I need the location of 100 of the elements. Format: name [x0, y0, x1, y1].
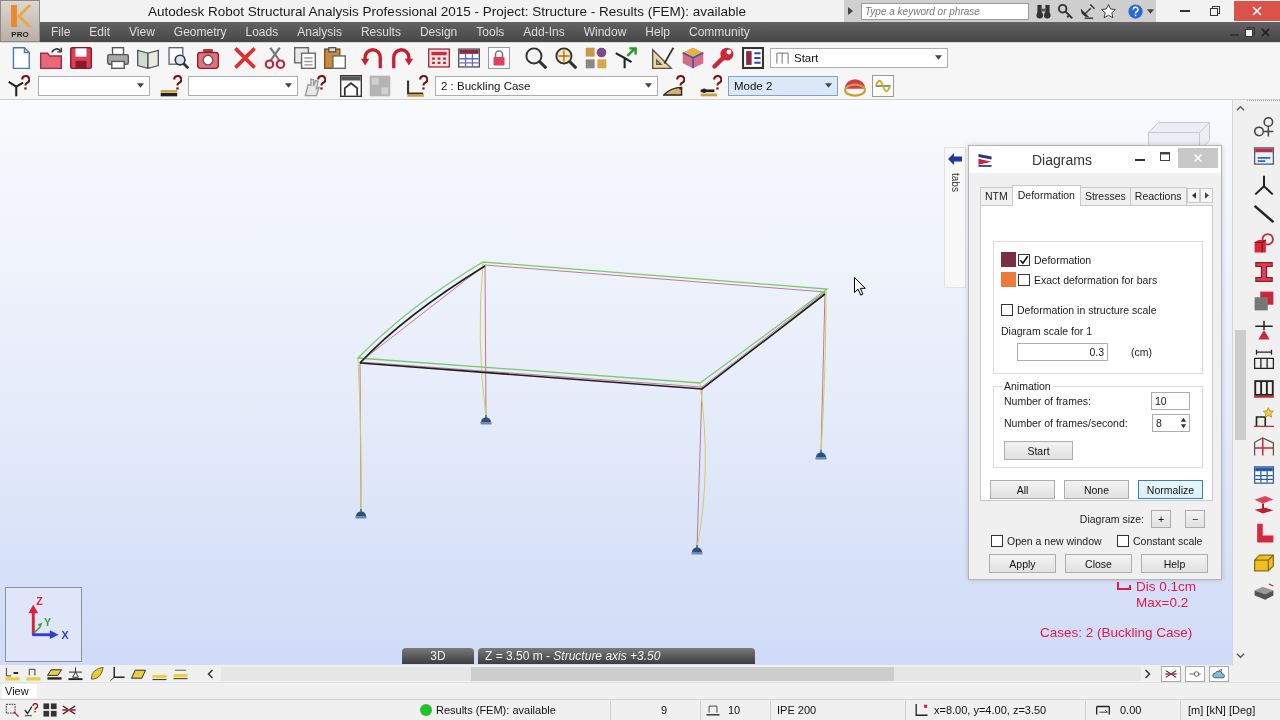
crossed-bars-icon[interactable]	[62, 703, 76, 717]
frames-per-second-spinner[interactable]: 8	[1152, 414, 1190, 432]
ramp-query-icon[interactable]	[663, 74, 685, 97]
chevron-down-icon[interactable]	[1235, 653, 1245, 659]
tab-scroll-left-button[interactable]	[1187, 188, 1200, 203]
y-shape-icon[interactable]	[1253, 175, 1274, 195]
star-frame-icon[interactable]	[1253, 407, 1274, 427]
copy-icon[interactable]	[294, 46, 316, 69]
selection-frame-icon[interactable]	[5, 703, 19, 717]
diagonal-line-icon[interactable]	[1253, 204, 1274, 224]
side-tab-label[interactable]: tabs	[949, 173, 961, 192]
horizontal-scrollbar[interactable]	[221, 666, 1141, 681]
stacked-plates-icon[interactable]	[1253, 581, 1274, 601]
folder-icon[interactable]	[40, 46, 62, 69]
camera-icon[interactable]	[197, 46, 219, 69]
color-swatch-icon[interactable]	[1001, 252, 1016, 267]
check-query-icon[interactable]	[24, 703, 38, 717]
crossed-bars-icon[interactable]	[1161, 665, 1181, 682]
increase-size-button[interactable]: +	[1151, 510, 1171, 528]
scrollbar-thumb[interactable]	[471, 666, 894, 681]
page-magnifier-icon[interactable]	[167, 46, 189, 69]
menu-item[interactable]: View	[129, 25, 155, 39]
menu-item[interactable]: Results	[360, 25, 401, 39]
cube-circle-icon[interactable]	[1253, 233, 1274, 253]
caret-down-icon[interactable]	[1147, 8, 1154, 14]
bars-grid-icon[interactable]	[1253, 378, 1274, 398]
node-marker-icon[interactable]	[4, 666, 21, 681]
app-logo-tile[interactable]: PRO	[0, 0, 40, 42]
bar-query-icon[interactable]	[160, 74, 182, 97]
binoculars-icon[interactable]	[1036, 3, 1051, 19]
load-case-dropdown[interactable]: 2 : Buckling Case	[435, 75, 658, 96]
cube-icon[interactable]	[682, 46, 704, 69]
checkbox[interactable]	[1018, 253, 1030, 266]
shapes-icon[interactable]	[585, 46, 607, 69]
scissors-icon[interactable]	[264, 46, 286, 69]
block-icon[interactable]	[1253, 552, 1274, 572]
stacked-squares-icon[interactable]	[1253, 291, 1274, 311]
menu-item[interactable]: Geometry	[173, 25, 227, 39]
star-icon[interactable]	[1101, 3, 1116, 19]
checkbox[interactable]	[1001, 303, 1013, 316]
menu-item[interactable]: Add-Ins	[523, 25, 565, 39]
steel-beam-icon[interactable]	[1253, 494, 1274, 514]
chevron-right-icon[interactable]	[1145, 668, 1151, 679]
wave-icon[interactable]	[872, 74, 894, 97]
checkbox[interactable]	[991, 534, 1003, 547]
grid-squares-icon[interactable]	[43, 703, 57, 717]
decrease-size-button[interactable]: −	[1185, 510, 1205, 528]
section-panel-icon[interactable]	[1253, 146, 1274, 166]
magnifier-icon[interactable]	[525, 46, 547, 69]
menu-item[interactable]: Edit	[89, 25, 111, 39]
lock-icon[interactable]	[488, 46, 510, 69]
wrench-icon[interactable]	[712, 46, 734, 69]
view-tab[interactable]: 3D	[402, 648, 474, 664]
hand-query-icon[interactable]	[304, 74, 326, 97]
axes-corner-icon[interactable]	[109, 666, 126, 681]
table-icon[interactable]	[1253, 465, 1274, 485]
new-document-icon[interactable]	[10, 46, 32, 69]
menu-item[interactable]: File	[51, 25, 71, 39]
menu-item[interactable]: Design	[419, 25, 458, 39]
color-swatch-icon[interactable]	[1001, 272, 1016, 287]
close-button[interactable]: Close	[1065, 554, 1132, 573]
tab-scroll-right-button[interactable]	[1200, 188, 1213, 203]
menu-item[interactable]: Tools	[476, 25, 505, 39]
scale-input[interactable]: 0.3	[1017, 343, 1108, 361]
normalize-button[interactable]: Normalize	[1138, 480, 1203, 499]
bar-marker-icon[interactable]	[25, 666, 42, 681]
tab[interactable]: NTM	[980, 187, 1013, 205]
frames-input[interactable]: 10	[1151, 392, 1190, 410]
menu-item[interactable]: Help	[645, 25, 671, 39]
apply-button[interactable]: Apply	[989, 554, 1056, 573]
redo-icon[interactable]	[391, 46, 413, 69]
support-icon[interactable]	[1253, 320, 1274, 340]
tab[interactable]: Deformation	[1011, 185, 1081, 206]
list-window-icon[interactable]	[742, 46, 764, 69]
checkbox[interactable]	[1018, 273, 1030, 286]
restore-icon[interactable]	[1210, 6, 1220, 16]
chevron-left-icon[interactable]	[207, 668, 213, 679]
checkbox[interactable]	[1117, 534, 1129, 547]
dimension-bars-icon[interactable]	[1253, 349, 1274, 369]
axes-icon[interactable]	[615, 46, 637, 69]
i-beam-icon[interactable]	[1253, 262, 1274, 282]
support-marker-icon[interactable]	[67, 666, 84, 681]
mode-dropdown[interactable]: Mode 2	[728, 75, 838, 96]
cross-mark-icon[interactable]	[234, 46, 256, 69]
arrow-left-icon[interactable]	[948, 153, 962, 165]
menu-item[interactable]: Community	[689, 25, 750, 39]
help-button[interactable]: Help	[1141, 554, 1208, 573]
spin-arrows-icon[interactable]	[1180, 416, 1187, 430]
node-numbering-icon[interactable]	[1253, 117, 1274, 137]
magnifier-crosshair-icon[interactable]	[555, 46, 577, 69]
layout-dropdown[interactable]: Start	[770, 47, 948, 68]
clipboard-icon[interactable]	[324, 46, 346, 69]
start-button[interactable]: Start	[1004, 441, 1073, 460]
menu-item[interactable]: Analysis	[297, 25, 342, 39]
leaf-icon[interactable]	[88, 666, 105, 681]
chevron-up-icon[interactable]	[1235, 105, 1245, 111]
grid-window-icon[interactable]	[458, 46, 480, 69]
member-query-icon[interactable]	[700, 74, 722, 97]
none-button[interactable]: None	[1064, 480, 1129, 499]
minimize-icon[interactable]	[1135, 158, 1145, 161]
